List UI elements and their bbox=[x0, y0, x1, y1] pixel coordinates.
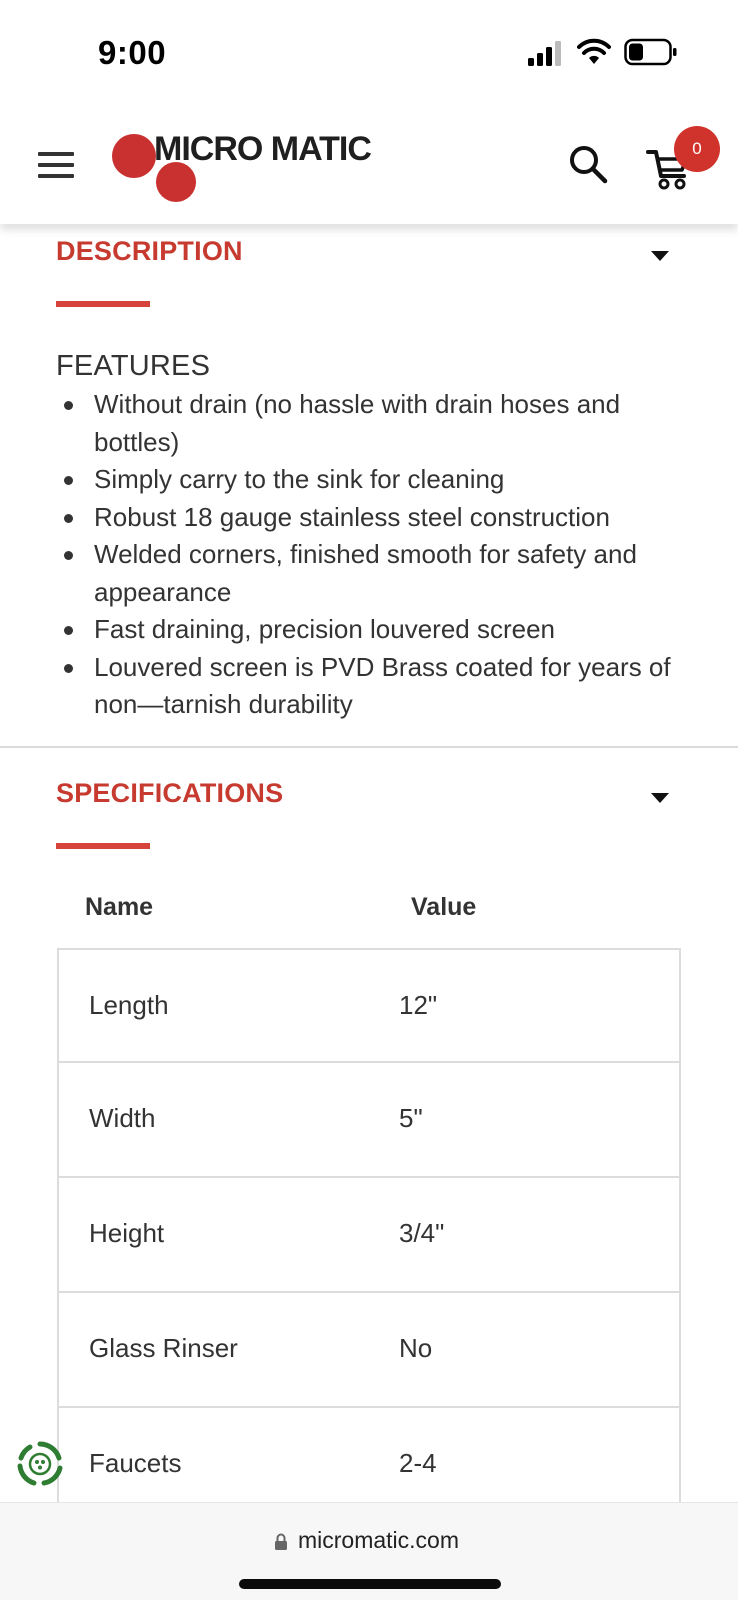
description-heading[interactable]: DESCRIPTION bbox=[56, 236, 243, 267]
page: 9:00 MICRO MATIC 0 DESCRIPTION FEATURES … bbox=[0, 0, 738, 1600]
cart-count-badge[interactable]: 0 bbox=[674, 126, 720, 172]
lock-icon bbox=[275, 1533, 287, 1550]
list-item: Fast draining, precision louvered screen bbox=[56, 611, 696, 649]
feature-list: Without drain (no hassle with drain hose… bbox=[56, 386, 696, 724]
url-text[interactable]: micromatic.com bbox=[298, 1527, 459, 1554]
list-item: Robust 18 gauge stainless steel construc… bbox=[56, 499, 696, 537]
recycle-icon[interactable] bbox=[16, 1440, 64, 1488]
spec-table: Length 12" Width 5" Height 3/4" Glass Ri… bbox=[57, 948, 681, 1523]
spec-value: No bbox=[399, 1333, 433, 1363]
home-indicator[interactable] bbox=[239, 1579, 501, 1589]
specifications-heading[interactable]: SPECIFICATIONS bbox=[56, 778, 283, 809]
spec-name: Width bbox=[89, 1103, 156, 1133]
status-time: 9:00 bbox=[98, 34, 167, 71]
site-header: MICRO MATIC 0 bbox=[0, 100, 738, 224]
table-row: Width 5" bbox=[57, 1063, 681, 1178]
wifi-icon bbox=[577, 38, 611, 64]
list-item: Louvered screen is PVD Brass coated for … bbox=[56, 649, 696, 724]
menu-icon[interactable] bbox=[38, 152, 74, 182]
caret-down-icon[interactable] bbox=[651, 793, 669, 803]
list-item: Welded corners, finished smooth for safe… bbox=[56, 536, 696, 611]
table-row: Length 12" bbox=[57, 948, 681, 1063]
spec-name: Glass Rinser bbox=[89, 1333, 238, 1363]
spec-value: 2-4 bbox=[399, 1448, 437, 1478]
spec-value: 5" bbox=[399, 1103, 423, 1133]
list-item: Without drain (no hassle with drain hose… bbox=[56, 386, 696, 461]
section-divider bbox=[0, 746, 738, 748]
status-bar: 9:00 bbox=[0, 0, 738, 100]
column-header-name: Name bbox=[85, 893, 154, 921]
logo[interactable]: MICRO MATIC bbox=[112, 130, 382, 202]
features-title: FEATURES bbox=[56, 350, 211, 382]
accent-bar bbox=[56, 843, 150, 849]
spec-name: Faucets bbox=[89, 1448, 182, 1478]
logo-text: MICRO MATIC bbox=[154, 130, 372, 168]
list-item: Simply carry to the sink for cleaning bbox=[56, 461, 696, 499]
logo-dot bbox=[112, 134, 156, 178]
spec-name: Height bbox=[89, 1218, 165, 1248]
table-row: Glass Rinser No bbox=[57, 1293, 681, 1408]
spec-value: 12" bbox=[399, 990, 438, 1020]
spec-value: 3/4" bbox=[399, 1218, 445, 1248]
table-row: Height 3/4" bbox=[57, 1178, 681, 1293]
address-bar[interactable]: micromatic.com bbox=[0, 1502, 738, 1600]
column-header-value: Value bbox=[411, 893, 477, 921]
search-icon[interactable] bbox=[568, 144, 608, 184]
signal-icon bbox=[528, 41, 561, 66]
spec-name: Length bbox=[89, 990, 169, 1020]
accent-bar bbox=[56, 301, 150, 307]
battery-icon bbox=[624, 38, 677, 66]
caret-down-icon[interactable] bbox=[651, 251, 669, 261]
